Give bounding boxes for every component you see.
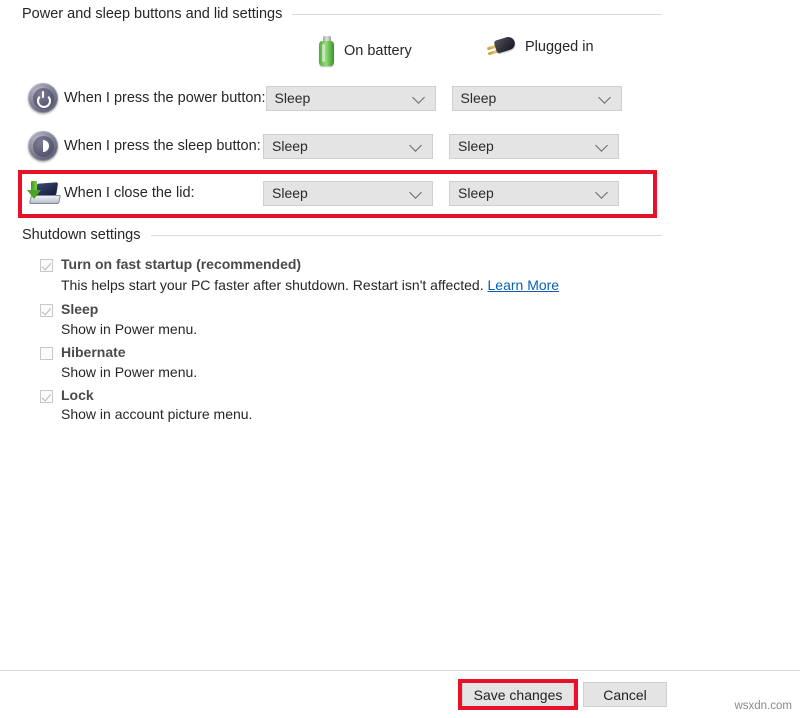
checkbox-label-hibernate: Hibernate: [61, 344, 126, 360]
checkbox-description-fast-startup-text: This helps start your PC faster after sh…: [61, 277, 484, 293]
column-header-on-battery: On battery: [319, 36, 412, 66]
power-source-column-headers: On battery Plugged in: [283, 32, 653, 72]
chevron-down-icon: [595, 139, 608, 152]
power-button-on-battery-dropdown[interactable]: Sleep: [266, 86, 436, 111]
sleep-button-plugged-in-value: Sleep: [458, 138, 494, 154]
column-header-plugged-in-label: Plugged in: [525, 39, 594, 55]
shutdown-settings-section-header: Shutdown settings: [22, 227, 662, 243]
setting-label-close-lid: When I close the lid:: [64, 185, 263, 201]
sleep-button-icon: [22, 131, 64, 161]
checkbox-sleep[interactable]: [40, 304, 53, 317]
setting-row-sleep-button: When I press the sleep button: Sleep Sle…: [22, 126, 654, 166]
close-lid-on-battery-dropdown[interactable]: Sleep: [263, 181, 433, 206]
setting-label-sleep-button: When I press the sleep button:: [64, 138, 263, 154]
bottom-divider: [0, 670, 800, 671]
power-button-plugged-in-value: Sleep: [461, 90, 497, 106]
checkbox-hibernate[interactable]: [40, 347, 53, 360]
sleep-button-on-battery-dropdown[interactable]: Sleep: [263, 134, 433, 159]
checkbox-label-fast-startup: Turn on fast startup (recommended): [61, 256, 301, 272]
plug-icon: [486, 36, 516, 58]
setting-label-power-button: When I press the power button:: [64, 90, 266, 106]
laptop-lid-icon: [22, 180, 64, 206]
checkbox-row-sleep[interactable]: Sleep: [40, 301, 98, 317]
learn-more-link[interactable]: Learn More: [488, 277, 560, 293]
checkbox-label-sleep: Sleep: [61, 301, 98, 317]
power-button-on-battery-value: Sleep: [275, 90, 311, 106]
checkbox-description-fast-startup: This helps start your PC faster after sh…: [61, 277, 559, 293]
section-divider-line: [292, 14, 662, 15]
battery-icon: [319, 36, 335, 66]
sleep-button-plugged-in-dropdown[interactable]: Sleep: [449, 134, 619, 159]
power-button-icon: [22, 83, 64, 113]
close-lid-action-selectors: Sleep Sleep: [263, 181, 619, 206]
close-lid-on-battery-value: Sleep: [272, 185, 308, 201]
chevron-down-icon: [409, 139, 422, 152]
close-lid-plugged-in-dropdown[interactable]: Sleep: [449, 181, 619, 206]
power-button-action-selectors: Sleep Sleep: [266, 86, 622, 111]
checkbox-row-lock[interactable]: Lock: [40, 387, 94, 403]
shutdown-settings-section-title: Shutdown settings: [22, 227, 141, 243]
sleep-button-action-selectors: Sleep Sleep: [263, 134, 619, 159]
section-divider-line: [151, 235, 663, 236]
power-settings-section-title: Power and sleep buttons and lid settings: [22, 6, 282, 22]
close-lid-plugged-in-value: Sleep: [458, 185, 494, 201]
chevron-down-icon: [412, 91, 425, 104]
save-changes-button[interactable]: Save changes: [462, 682, 574, 707]
checkbox-lock[interactable]: [40, 390, 53, 403]
power-settings-section-header: Power and sleep buttons and lid settings: [22, 6, 662, 22]
power-button-plugged-in-dropdown[interactable]: Sleep: [452, 86, 622, 111]
checkbox-description-hibernate: Show in Power menu.: [61, 364, 197, 380]
chevron-down-icon: [598, 91, 611, 104]
checkbox-description-sleep: Show in Power menu.: [61, 321, 197, 337]
sleep-button-on-battery-value: Sleep: [272, 138, 308, 154]
chevron-down-icon: [595, 186, 608, 199]
checkbox-label-lock: Lock: [61, 387, 94, 403]
column-header-plugged-in: Plugged in: [486, 36, 594, 58]
checkbox-description-lock: Show in account picture menu.: [61, 406, 252, 422]
setting-row-close-lid: When I close the lid: Sleep Sleep: [22, 173, 654, 213]
checkbox-row-fast-startup[interactable]: Turn on fast startup (recommended): [40, 256, 301, 272]
checkbox-row-hibernate[interactable]: Hibernate: [40, 344, 126, 360]
checkbox-fast-startup[interactable]: [40, 259, 53, 272]
watermark: wsxdn.com: [734, 700, 792, 712]
cancel-button[interactable]: Cancel: [583, 682, 667, 707]
chevron-down-icon: [409, 186, 422, 199]
setting-row-power-button: When I press the power button: Sleep Sle…: [22, 78, 654, 118]
column-header-on-battery-label: On battery: [344, 43, 412, 59]
